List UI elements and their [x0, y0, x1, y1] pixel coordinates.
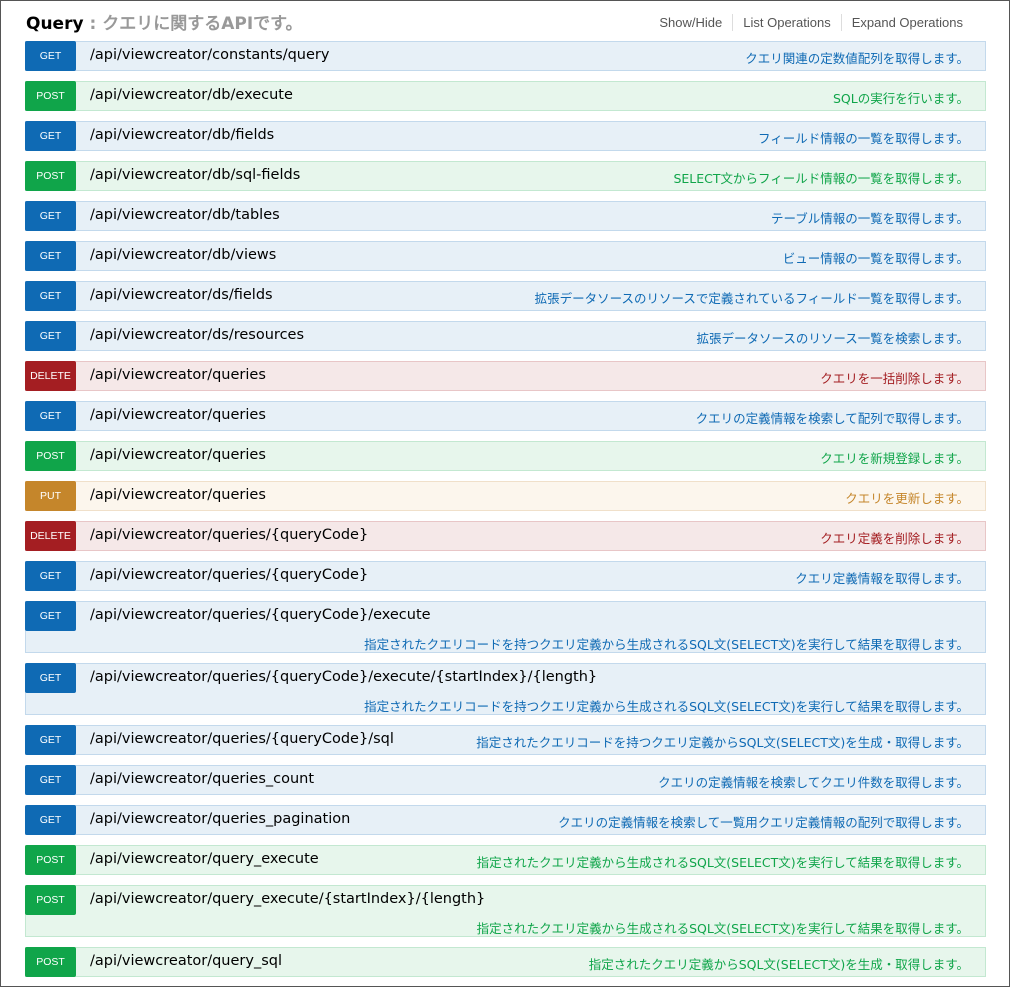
endpoint-path[interactable]: /api/viewcreator/queries_count — [90, 771, 314, 787]
endpoint-row[interactable]: GET /api/viewcreator/db/views ビュー情報の一覧を取… — [25, 241, 986, 271]
endpoint-path[interactable]: /api/viewcreator/queries/{queryCode}/exe… — [90, 607, 431, 623]
endpoint-row[interactable]: POST /api/viewcreator/query_execute 指定され… — [25, 845, 986, 875]
method-badge[interactable]: POST — [25, 845, 76, 875]
method-badge[interactable]: GET — [25, 41, 76, 71]
endpoint-path[interactable]: /api/viewcreator/query_sql — [90, 953, 282, 969]
endpoint-path[interactable]: /api/viewcreator/queries — [90, 407, 266, 423]
endpoint-summary: 拡張データソースのリソースで定義されているフィールド一覧を取得します。 — [534, 291, 969, 306]
endpoint-row[interactable]: GET /api/viewcreator/queries/{queryCode}… — [25, 601, 986, 653]
method-badge[interactable]: GET — [25, 321, 76, 351]
endpoint-path[interactable]: /api/viewcreator/queries/{queryCode} — [90, 567, 368, 583]
endpoint-row[interactable]: GET /api/viewcreator/queries/{queryCode}… — [25, 561, 986, 591]
endpoint-summary: テーブル情報の一覧を取得します。 — [770, 211, 969, 226]
method-badge[interactable]: POST — [25, 81, 76, 111]
method-badge[interactable]: GET — [25, 561, 76, 591]
endpoint-row[interactable]: POST /api/viewcreator/db/execute SQLの実行を… — [25, 81, 986, 111]
endpoint-row[interactable]: GET /api/viewcreator/queries/{queryCode}… — [25, 663, 986, 715]
endpoint-summary: クエリ定義情報を取得します。 — [795, 571, 969, 586]
endpoint-row[interactable]: DELETE /api/viewcreator/queries クエリを一括削除… — [25, 361, 986, 391]
endpoint-row[interactable]: POST /api/viewcreator/db/sql-fields SELE… — [25, 161, 986, 191]
method-badge[interactable]: GET — [25, 401, 76, 431]
endpoint-path[interactable]: /api/viewcreator/db/fields — [90, 127, 274, 143]
endpoint-row[interactable]: GET /api/viewcreator/queries_count クエリの定… — [25, 765, 986, 795]
endpoint-summary: クエリ定義を削除します。 — [820, 531, 969, 546]
method-badge[interactable]: GET — [25, 725, 76, 755]
show-hide-link[interactable]: Show/Hide — [649, 14, 732, 31]
method-badge[interactable]: GET — [25, 281, 76, 311]
endpoint-summary: 指定されたクエリコードを持つクエリ定義から生成されるSQL文(SELECT文)を… — [364, 699, 969, 714]
endpoint-summary: 指定されたクエリ定義からSQL文(SELECT文)を生成・取得します。 — [588, 957, 969, 972]
endpoint-path[interactable]: /api/viewcreator/db/tables — [90, 207, 280, 223]
endpoint-summary: クエリを新規登録します。 — [820, 451, 969, 466]
section-header: Query : クエリに関するAPIです。 Show/Hide List Ope… — [25, 7, 985, 35]
method-badge[interactable]: GET — [25, 805, 76, 835]
method-badge[interactable]: GET — [25, 121, 76, 151]
endpoint-path[interactable]: /api/viewcreator/queries_pagination — [90, 811, 350, 827]
endpoint-summary: クエリを更新します。 — [845, 491, 969, 506]
endpoint-summary: クエリを一括削除します。 — [820, 371, 969, 386]
endpoint-row[interactable]: GET /api/viewcreator/db/tables テーブル情報の一覧… — [25, 201, 986, 231]
method-badge[interactable]: POST — [25, 441, 76, 471]
method-badge[interactable]: GET — [25, 663, 76, 693]
endpoint-summary: 拡張データソースのリソース一覧を検索します。 — [696, 331, 969, 346]
endpoint-summary: ビュー情報の一覧を取得します。 — [782, 251, 969, 266]
endpoint-path[interactable]: /api/viewcreator/query_execute/{startInd… — [90, 891, 485, 907]
endpoint-row[interactable]: PUT /api/viewcreator/queries クエリを更新します。 — [25, 481, 986, 511]
endpoint-path[interactable]: /api/viewcreator/queries/{queryCode}/exe… — [90, 669, 597, 685]
method-badge[interactable]: PUT — [25, 481, 76, 511]
endpoint-path[interactable]: /api/viewcreator/query_execute — [90, 851, 319, 867]
endpoint-row[interactable]: POST /api/viewcreator/queries クエリを新規登録しま… — [25, 441, 986, 471]
method-badge[interactable]: POST — [25, 947, 76, 977]
endpoint-summary: クエリの定義情報を検索して一覧用クエリ定義情報の配列で取得します。 — [558, 815, 969, 830]
expand-operations-link[interactable]: Expand Operations — [840, 14, 973, 31]
method-badge[interactable]: GET — [25, 201, 76, 231]
endpoint-summary: SELECT文からフィールド情報の一覧を取得します。 — [673, 171, 969, 186]
endpoint-summary: 指定されたクエリ定義から生成されるSQL文(SELECT文)を実行して結果を取得… — [476, 921, 969, 936]
endpoint-path[interactable]: /api/viewcreator/ds/fields — [90, 287, 273, 303]
endpoint-path[interactable]: /api/viewcreator/queries/{queryCode}/sql — [90, 731, 394, 747]
endpoint-path[interactable]: /api/viewcreator/db/views — [90, 247, 276, 263]
endpoint-list: GET /api/viewcreator/constants/query クエリ… — [25, 41, 986, 987]
section-title[interactable]: Query : クエリに関するAPIです。 — [26, 9, 302, 34]
endpoint-row[interactable]: GET /api/viewcreator/ds/fields 拡張データソースの… — [25, 281, 986, 311]
endpoint-path[interactable]: /api/viewcreator/constants/query — [90, 47, 329, 63]
endpoint-row[interactable]: GET /api/viewcreator/queries/{queryCode}… — [25, 725, 986, 755]
endpoint-summary: 指定されたクエリコードを持つクエリ定義からSQL文(SELECT文)を生成・取得… — [476, 735, 969, 750]
method-badge[interactable]: GET — [25, 241, 76, 271]
api-section-panel: Query : クエリに関するAPIです。 Show/Hide List Ope… — [0, 0, 1010, 987]
endpoint-path[interactable]: /api/viewcreator/queries — [90, 367, 266, 383]
endpoint-summary: クエリの定義情報を検索してクエリ件数を取得します。 — [658, 775, 969, 790]
method-badge[interactable]: POST — [25, 885, 76, 915]
endpoint-summary: 指定されたクエリ定義から生成されるSQL文(SELECT文)を実行して結果を取得… — [476, 855, 969, 870]
method-badge[interactable]: GET — [25, 765, 76, 795]
section-description: クエリに関するAPIです。 — [102, 14, 303, 34]
endpoint-row[interactable]: GET /api/viewcreator/queries クエリの定義情報を検索… — [25, 401, 986, 431]
section-separator: : — [83, 14, 103, 34]
endpoint-summary: 指定されたクエリコードを持つクエリ定義から生成されるSQL文(SELECT文)を… — [364, 637, 969, 652]
endpoint-summary: フィールド情報の一覧を取得します。 — [757, 131, 969, 146]
endpoint-path[interactable]: /api/viewcreator/queries — [90, 447, 266, 463]
method-badge[interactable]: GET — [25, 601, 76, 631]
endpoint-row[interactable]: POST /api/viewcreator/query_sql 指定されたクエリ… — [25, 947, 986, 977]
endpoint-row[interactable]: GET /api/viewcreator/ds/resources 拡張データソ… — [25, 321, 986, 351]
operations-menu: Show/Hide List Operations Expand Operati… — [649, 14, 973, 31]
endpoint-path[interactable]: /api/viewcreator/ds/resources — [90, 327, 304, 343]
method-badge[interactable]: DELETE — [25, 521, 76, 551]
list-operations-link[interactable]: List Operations — [732, 14, 840, 31]
endpoint-path[interactable]: /api/viewcreator/queries/{queryCode} — [90, 527, 368, 543]
method-badge[interactable]: POST — [25, 161, 76, 191]
method-badge[interactable]: DELETE — [25, 361, 76, 391]
endpoint-summary: SQLの実行を行います。 — [833, 91, 969, 106]
endpoint-row[interactable]: POST /api/viewcreator/query_execute/{sta… — [25, 885, 986, 937]
endpoint-summary: クエリ関連の定数値配列を取得します。 — [745, 51, 969, 66]
endpoint-summary: クエリの定義情報を検索して配列で取得します。 — [695, 411, 969, 426]
endpoint-row[interactable]: DELETE /api/viewcreator/queries/{queryCo… — [25, 521, 986, 551]
endpoint-row[interactable]: GET /api/viewcreator/queries_pagination … — [25, 805, 986, 835]
section-name[interactable]: Query — [26, 14, 84, 34]
endpoint-row[interactable]: GET /api/viewcreator/db/fields フィールド情報の一… — [25, 121, 986, 151]
endpoint-path[interactable]: /api/viewcreator/queries — [90, 487, 266, 503]
endpoint-path[interactable]: /api/viewcreator/db/sql-fields — [90, 167, 300, 183]
endpoint-row[interactable]: GET /api/viewcreator/constants/query クエリ… — [25, 41, 986, 71]
endpoint-path[interactable]: /api/viewcreator/db/execute — [90, 87, 293, 103]
